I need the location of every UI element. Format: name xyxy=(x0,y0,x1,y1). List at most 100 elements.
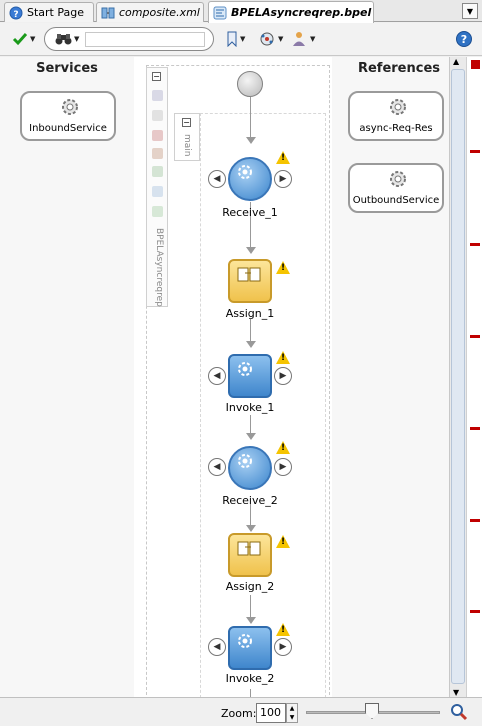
connector xyxy=(250,97,251,137)
warning-marker[interactable] xyxy=(470,335,480,338)
next-arrow-button[interactable]: ▶ xyxy=(274,367,292,385)
deploy-button[interactable]: ▼ xyxy=(290,29,315,49)
chevron-down-icon[interactable]: ▼ xyxy=(290,714,295,721)
zoom-input[interactable]: 100 xyxy=(256,703,286,723)
bpel-design-canvas[interactable]: Services InboundService − BPELAsyncreqre… xyxy=(0,57,466,697)
activity-receive-1[interactable] xyxy=(228,157,272,201)
activity-assign-2[interactable] xyxy=(228,533,272,577)
tab-label: Start Page xyxy=(27,6,84,19)
search-field[interactable]: ▼ xyxy=(44,27,214,51)
reference-outboundservice[interactable]: OutboundService xyxy=(348,163,444,213)
arrow-down-icon xyxy=(246,247,256,254)
activity-receive-2[interactable] xyxy=(228,446,272,490)
tab-composite-xml[interactable]: composite.xml xyxy=(96,2,204,22)
warning-icon[interactable]: ! xyxy=(276,261,290,274)
warning-marker[interactable] xyxy=(470,427,480,430)
next-arrow-button[interactable]: ▶ xyxy=(274,458,292,476)
help-button[interactable]: ? xyxy=(456,31,472,47)
service-label: InboundService xyxy=(29,123,107,134)
correlation-icon[interactable] xyxy=(152,110,163,121)
collapse-sequence-button[interactable]: − xyxy=(182,118,191,127)
chevron-down-icon: ▼ xyxy=(310,35,316,43)
process-flow: − BPELAsyncreqrep − main ◀ ▶ ! Receive_1… xyxy=(134,57,332,697)
next-arrow-button[interactable]: ▶ xyxy=(274,170,292,188)
event-handler-icon[interactable] xyxy=(152,166,163,177)
arrow-down-icon xyxy=(246,341,256,348)
services-title: Services xyxy=(36,61,98,76)
reference-label: OutboundService xyxy=(352,195,440,206)
chevron-right-icon: ▶ xyxy=(279,174,287,184)
partner-link-icon[interactable] xyxy=(152,206,163,217)
chevron-down-icon: ▼ xyxy=(466,6,474,16)
vertical-scrollbar[interactable]: ▲ ▼ xyxy=(449,57,466,697)
warning-marker[interactable] xyxy=(470,243,480,246)
help-icon: ? xyxy=(460,32,468,46)
chevron-left-icon: ◀ xyxy=(213,462,221,472)
zoom-slider-thumb[interactable] xyxy=(365,703,379,719)
connector xyxy=(250,319,251,341)
arrow-down-icon xyxy=(246,433,256,440)
zoom-spinner[interactable]: ▲ ▼ xyxy=(286,703,298,723)
compensation-icon[interactable] xyxy=(152,148,163,159)
warning-icon[interactable]: ! xyxy=(276,623,290,636)
timer-icon[interactable] xyxy=(152,186,163,197)
prev-arrow-button[interactable]: ◀ xyxy=(208,170,226,188)
tab-list-dropdown[interactable]: ▼ xyxy=(462,3,478,19)
search-input[interactable] xyxy=(85,32,205,47)
activity-invoke-2[interactable] xyxy=(228,626,272,670)
fault-handler-icon[interactable] xyxy=(152,130,163,141)
start-node[interactable] xyxy=(237,71,263,97)
zoom-bar: Zoom: 100 ▲ ▼ xyxy=(0,697,482,726)
warning-marker[interactable] xyxy=(470,610,480,613)
gear-icon xyxy=(236,163,254,184)
scrollbar-thumb[interactable] xyxy=(451,69,465,684)
prev-arrow-button[interactable]: ◀ xyxy=(208,638,226,656)
binoculars-icon[interactable] xyxy=(55,32,73,49)
prev-arrow-button[interactable]: ◀ xyxy=(208,458,226,476)
tab-bpelasyncreqrep[interactable]: BPELAsyncreqrep.bpel xyxy=(208,1,374,23)
service-inboundservice[interactable]: InboundService xyxy=(20,91,116,141)
scope-label: BPELAsyncreqrep xyxy=(154,228,164,307)
warning-icon[interactable]: ! xyxy=(276,351,290,364)
composite-icon xyxy=(101,6,115,20)
warning-icon[interactable]: ! xyxy=(276,441,290,454)
references-title: References xyxy=(357,61,441,76)
prev-arrow-button[interactable]: ◀ xyxy=(208,367,226,385)
connector xyxy=(250,689,251,697)
reference-async-req-res[interactable]: async-Req-Res xyxy=(348,91,444,141)
warning-icon[interactable]: ! xyxy=(276,535,290,548)
next-arrow-button[interactable]: ▶ xyxy=(274,638,292,656)
tab-start-page[interactable]: ? Start Page xyxy=(4,2,94,22)
error-marker[interactable] xyxy=(471,60,480,69)
network-icon xyxy=(260,32,274,46)
warning-icon[interactable]: ! xyxy=(276,151,290,164)
chevron-up-icon[interactable]: ▲ xyxy=(290,705,295,712)
chevron-down-icon[interactable]: ▼ xyxy=(74,35,79,43)
editor-tab-bar: ? Start Page composite.xml BPELAsyncreqr… xyxy=(0,0,482,23)
editor-toolbar: ▼ ▼ ▼ ▼ ▼ ? xyxy=(0,23,482,56)
variables-icon[interactable] xyxy=(152,90,163,101)
gear-icon xyxy=(388,97,408,120)
chevron-right-icon: ▶ xyxy=(279,642,287,652)
gear-icon xyxy=(236,452,254,473)
activity-invoke-1[interactable] xyxy=(228,354,272,398)
arrow-down-icon xyxy=(246,525,256,532)
arrow-down-icon xyxy=(246,617,256,624)
help-circle-icon: ? xyxy=(9,6,23,20)
tab-label: composite.xml xyxy=(119,6,200,19)
bookmark-button[interactable]: ▼ xyxy=(226,29,245,49)
gear-icon xyxy=(236,632,254,653)
activity-label: Assign_2 xyxy=(225,580,275,593)
validate-button[interactable]: ▼ xyxy=(12,29,35,49)
activity-assign-1[interactable] xyxy=(228,259,272,303)
chevron-up-icon[interactable]: ▲ xyxy=(453,57,459,66)
collapse-scope-button[interactable]: − xyxy=(152,72,161,81)
chevron-down-icon[interactable]: ▼ xyxy=(453,688,459,697)
layout-button[interactable]: ▼ xyxy=(258,29,283,49)
zoom-tool-icon[interactable] xyxy=(450,703,468,724)
warning-marker[interactable] xyxy=(470,150,480,153)
warning-marker[interactable] xyxy=(470,519,480,522)
svg-text:?: ? xyxy=(13,10,18,20)
sequence-main: − main xyxy=(174,113,200,161)
gear-icon xyxy=(388,169,408,192)
